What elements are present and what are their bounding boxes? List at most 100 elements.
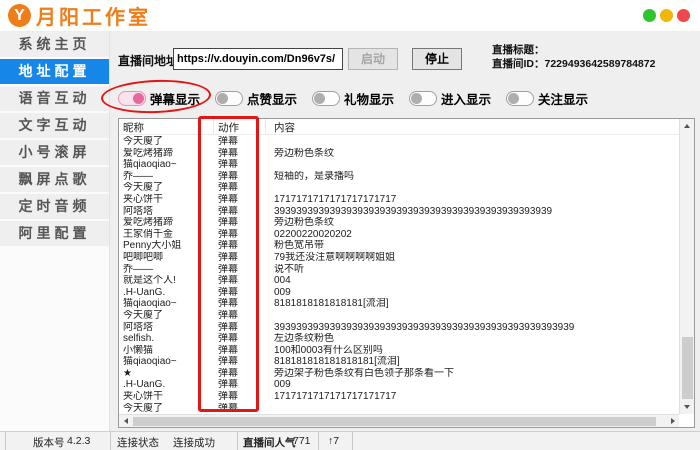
- horizontal-scroll-thumb[interactable]: [133, 417, 656, 426]
- toggle-knob: [508, 93, 519, 104]
- toggle-label: 进入显示: [441, 89, 491, 108]
- scroll-down-icon[interactable]: [680, 400, 694, 414]
- scroll-left-icon[interactable]: [119, 415, 132, 427]
- toggle-label: 弹幕显示: [150, 89, 200, 108]
- cell-content: 818181818181818181[流泪]: [266, 356, 679, 368]
- table-row[interactable]: 夹心饼干弹幕1717171717171717171717: [119, 391, 679, 403]
- table-row[interactable]: 猫qiaoqiao~弹幕818181818181818181[流泪]: [119, 356, 679, 368]
- window-zoom-button[interactable]: [660, 9, 673, 22]
- table-row[interactable]: Penny大小姐弹幕粉色宽吊带: [119, 240, 679, 252]
- titlebar: Y 月阳工作室: [0, 0, 700, 32]
- window-close-button[interactable]: [677, 9, 690, 22]
- table-row[interactable]: 夹心饼干弹幕1717171717171717171717: [119, 194, 679, 206]
- window-minimize-button[interactable]: [643, 9, 656, 22]
- status-bar: 版本号 4.2.3 连接状态 连接成功 直播间人气 771 ↑7: [0, 431, 700, 450]
- cell-content: 79我还没注意啊啊啊啊姐姐: [266, 252, 679, 264]
- table-row[interactable]: 小懒猫弹幕100和0003有什么区别吗: [119, 345, 679, 357]
- table-row[interactable]: 今天廋了弹幕: [119, 310, 679, 322]
- main-content: 直播间地址 启动 停止 直播标题： 直播间ID：7229493642589784…: [110, 32, 700, 431]
- table-row[interactable]: 阿塔塔弹幕39393939393939393939393939393939393…: [119, 322, 679, 334]
- toggle-knob: [133, 93, 144, 104]
- sidebar-item-scroll[interactable]: 小号滚屏: [0, 140, 109, 165]
- cell-nickname: .H-UanG.: [119, 287, 214, 299]
- room-id-value: 7229493642589784872: [545, 58, 656, 70]
- follow-display-toggle[interactable]: [506, 91, 534, 106]
- table-row[interactable]: 今天廋了弹幕: [119, 403, 679, 414]
- cell-action: 弹幕: [214, 206, 266, 218]
- cell-action: 弹幕: [214, 391, 266, 403]
- cell-action: 弹幕: [214, 379, 266, 391]
- vertical-scroll-thumb[interactable]: [682, 337, 693, 399]
- gift-display-toggle[interactable]: [312, 91, 340, 106]
- vertical-scrollbar[interactable]: [679, 119, 694, 414]
- live-info: 直播标题： 直播间ID：7229493642589784872: [492, 43, 655, 71]
- table-row[interactable]: .H-UanG.弹幕009: [119, 287, 679, 299]
- cell-content: 旁边粉色条纹: [266, 217, 679, 229]
- toggle-group-like: 点赞显示: [215, 89, 312, 107]
- table-row[interactable]: 猫qiaoqiao~弹幕: [119, 159, 679, 171]
- sidebar-item-home[interactable]: 系统主页: [0, 32, 109, 57]
- table-row[interactable]: selfish.弹幕左边条纹粉色: [119, 333, 679, 345]
- cell-content: 02200220020202: [266, 229, 679, 241]
- stop-button[interactable]: 停止: [412, 48, 462, 70]
- cell-content: 009: [266, 379, 679, 391]
- sidebar-item-ali[interactable]: 阿里配置: [0, 221, 109, 246]
- column-header-content[interactable]: 内容: [266, 119, 679, 134]
- horizontal-scrollbar[interactable]: [119, 414, 679, 427]
- table-row[interactable]: 乔——弹幕短袖的，是录播吗: [119, 171, 679, 183]
- toggle-group-gift: 礼物显示: [312, 89, 409, 107]
- cell-content: 1717171717171717171717: [266, 391, 679, 403]
- table-row[interactable]: 爱吃烤猪蹄弹幕旁边粉色条纹: [119, 148, 679, 160]
- toggle-knob: [314, 93, 325, 104]
- toggle-knob: [217, 93, 228, 104]
- table-row[interactable]: 今天廋了弹幕: [119, 182, 679, 194]
- table-row[interactable]: .H-UanG.弹幕009: [119, 379, 679, 391]
- cell-action: 弹幕: [214, 148, 266, 160]
- sidebar-item-address[interactable]: 地址配置: [0, 59, 109, 84]
- table-row[interactable]: ★弹幕旁边架子粉色条纹有白色领子那条看一下: [119, 368, 679, 380]
- cell-content: 009: [266, 287, 679, 299]
- sidebar-item-voice[interactable]: 语音互动: [0, 86, 109, 111]
- cell-action: 弹幕: [214, 171, 266, 183]
- column-header-action[interactable]: 动作: [214, 119, 266, 134]
- table-row[interactable]: 猫qiaoqiao~弹幕8181818181818181[流泪]: [119, 298, 679, 310]
- cell-action: 弹幕: [214, 287, 266, 299]
- table-row[interactable]: 乔——弹幕说不听: [119, 264, 679, 276]
- cell-action: 弹幕: [214, 136, 266, 148]
- cell-nickname: selfish.: [119, 333, 214, 345]
- cell-action: 弹幕: [214, 310, 266, 322]
- scroll-right-icon[interactable]: [666, 415, 679, 427]
- cell-nickname: 猫qiaoqiao~: [119, 298, 214, 310]
- popularity-label: 直播间人气: [243, 435, 296, 450]
- sidebar-item-song[interactable]: 飘屏点歌: [0, 167, 109, 192]
- cell-nickname: 乔——: [119, 264, 214, 276]
- enter-display-toggle[interactable]: [409, 91, 437, 106]
- table-row[interactable]: 爱吃烤猪蹄弹幕旁边粉色条纹: [119, 217, 679, 229]
- danmu-display-toggle[interactable]: [118, 91, 146, 106]
- room-url-input[interactable]: [173, 48, 343, 70]
- cell-nickname: .H-UanG.: [119, 379, 214, 391]
- sidebar-item-text[interactable]: 文字互动: [0, 113, 109, 138]
- table-row[interactable]: 就是这个人!弹幕004: [119, 275, 679, 287]
- toggle-label: 点赞显示: [247, 89, 297, 108]
- column-header-nickname[interactable]: 昵称: [119, 119, 214, 134]
- app-title: 月阳工作室: [36, 1, 151, 30]
- cell-nickname: 夹心饼干: [119, 391, 214, 403]
- cell-action: 弹幕: [214, 403, 266, 414]
- start-button[interactable]: 启动: [348, 48, 398, 70]
- connection-label: 连接状态: [117, 435, 159, 450]
- table-row[interactable]: 吧唧吧唧弹幕79我还没注意啊啊啊啊姐姐: [119, 252, 679, 264]
- like-display-toggle[interactable]: [215, 91, 243, 106]
- cell-nickname: 今天廋了: [119, 136, 214, 148]
- table-row[interactable]: 阿塔塔弹幕39393939393939393939393939393939393…: [119, 206, 679, 218]
- window-controls: [643, 9, 690, 22]
- toggle-label: 礼物显示: [344, 89, 394, 108]
- scroll-up-icon[interactable]: [680, 119, 694, 133]
- table-row[interactable]: 王家俏千金弹幕02200220020202: [119, 229, 679, 241]
- sidebar-item-audio[interactable]: 定时音频: [0, 194, 109, 219]
- cell-action: 弹幕: [214, 345, 266, 357]
- cell-content: 短袖的，是录播吗: [266, 171, 679, 183]
- chat-table-body: 今天廋了弹幕爱吃烤猪蹄弹幕旁边粉色条纹猫qiaoqiao~弹幕乔——弹幕短袖的，…: [119, 136, 679, 414]
- cell-nickname: 王家俏千金: [119, 229, 214, 241]
- table-row[interactable]: 今天廋了弹幕: [119, 136, 679, 148]
